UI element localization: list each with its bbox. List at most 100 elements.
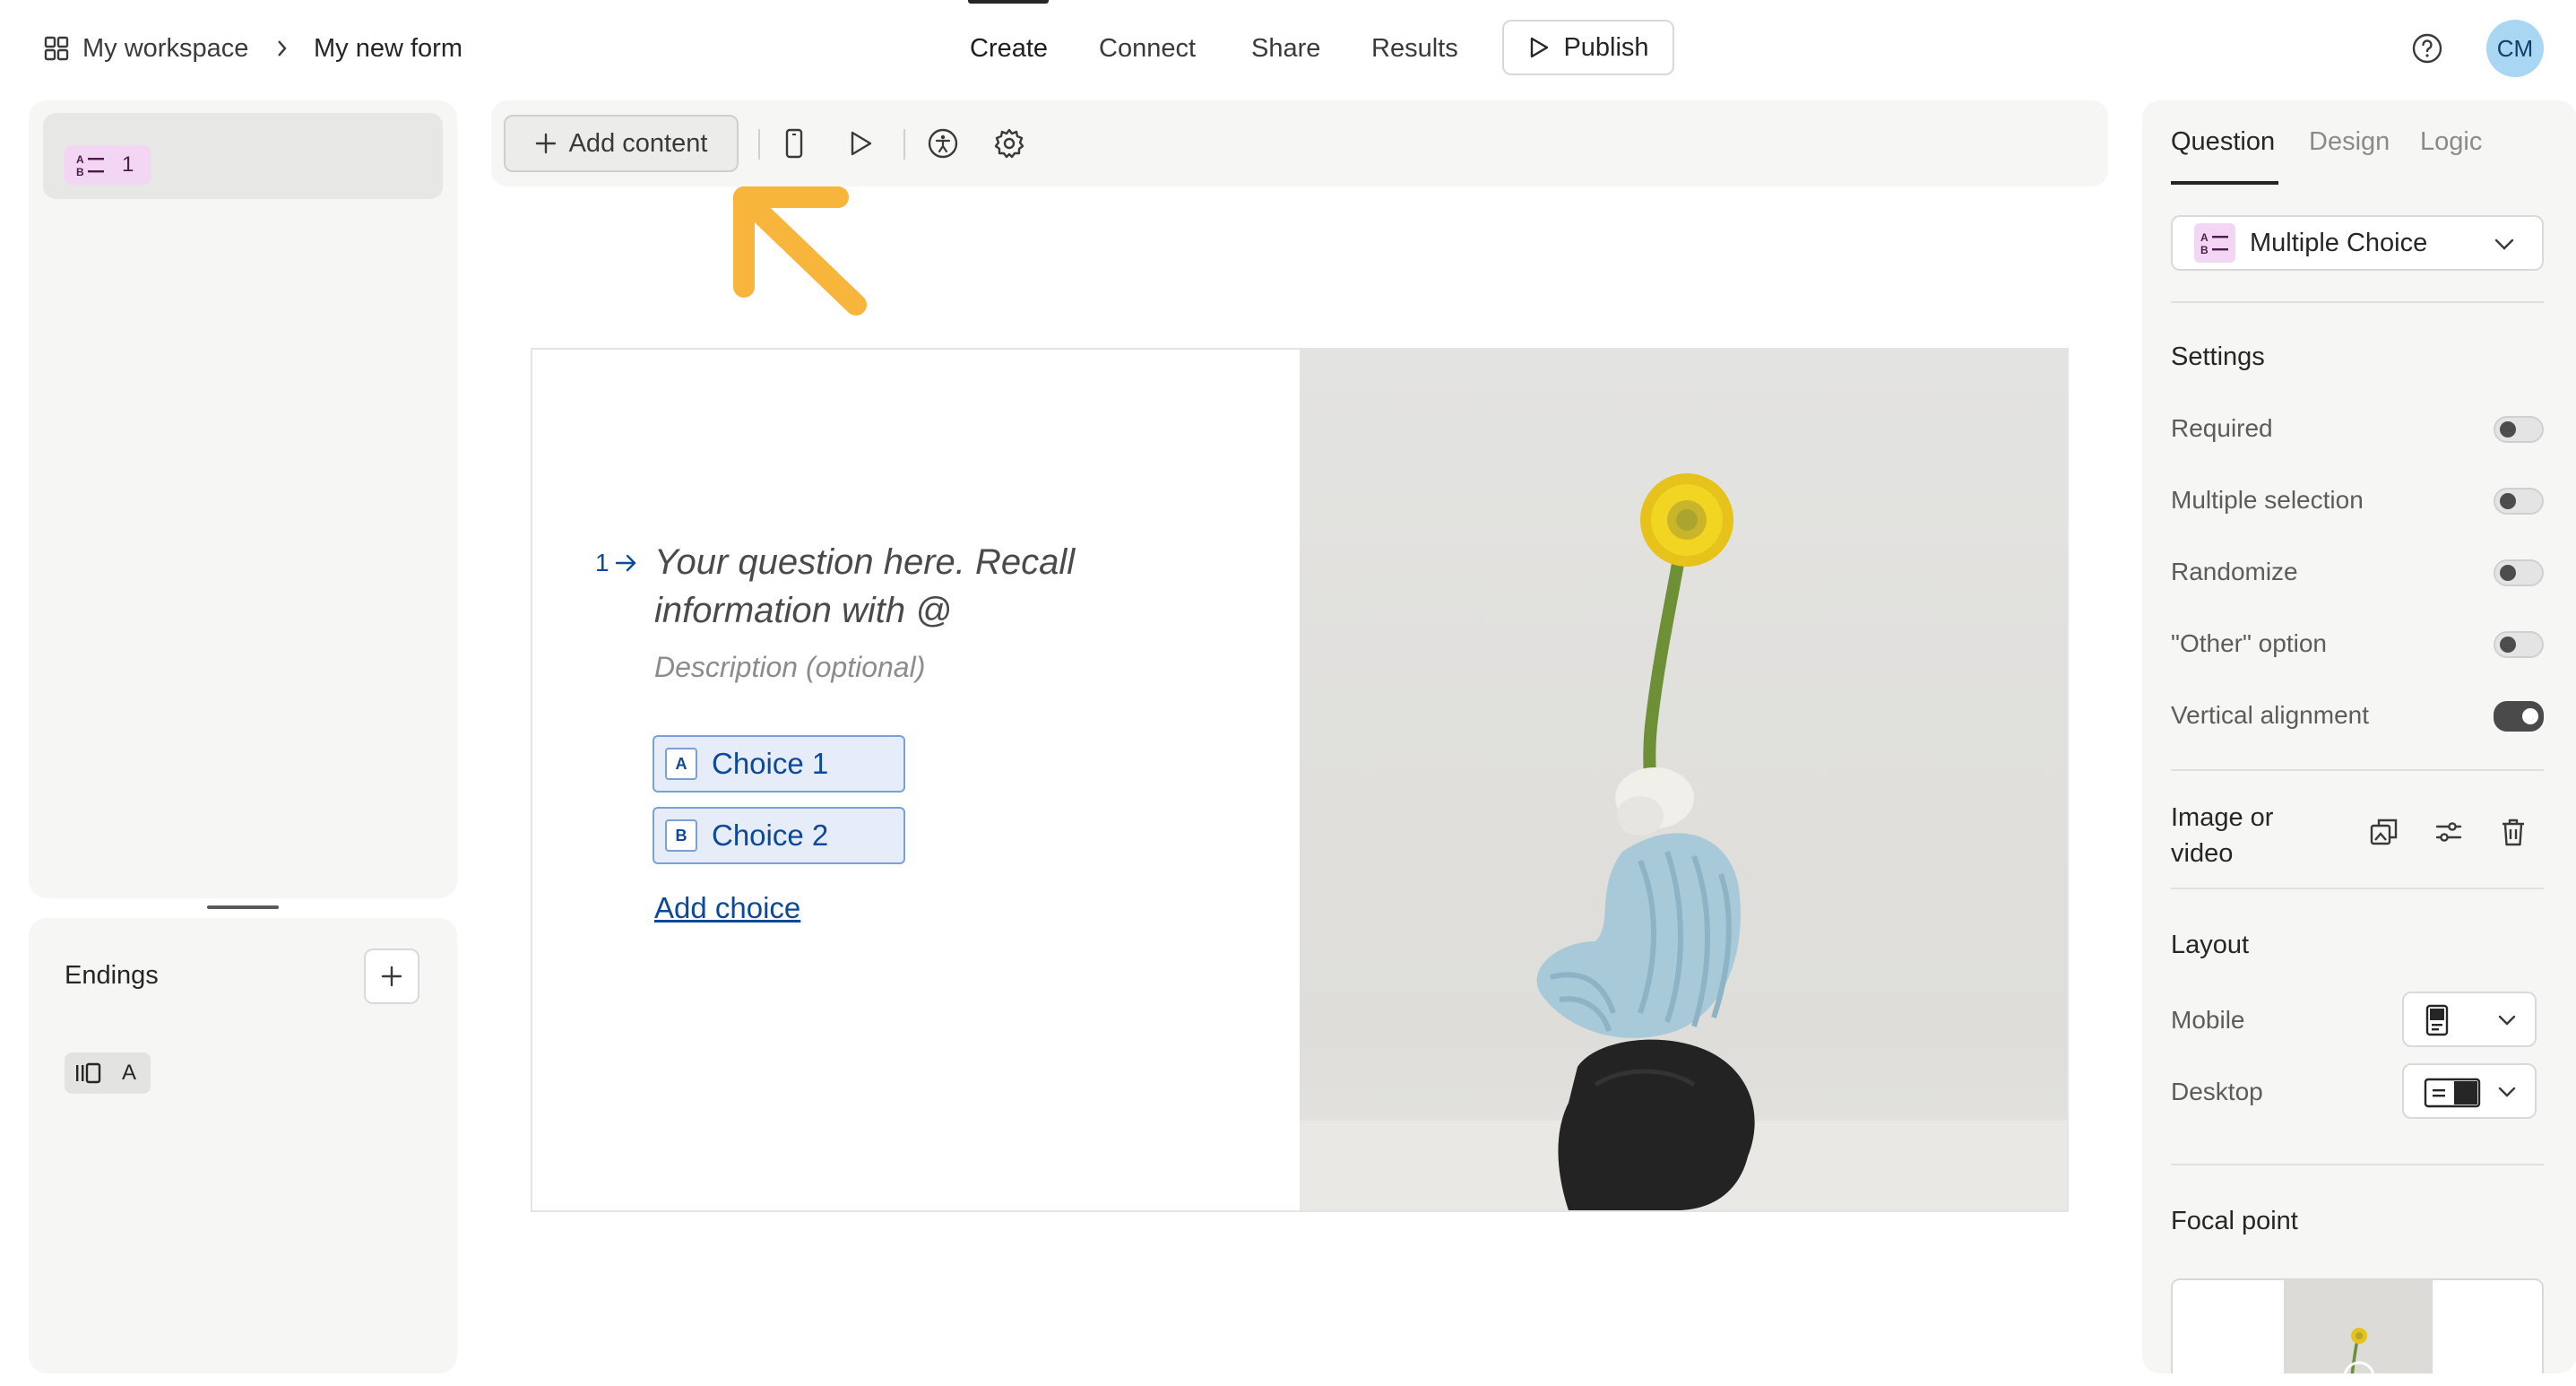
svg-text:B: B	[76, 166, 84, 178]
randomize-toggle[interactable]	[2494, 559, 2544, 586]
question-list-item[interactable]: AB 1	[43, 113, 443, 199]
chevron-down-icon	[2492, 233, 2517, 255]
required-toggle[interactable]	[2494, 416, 2544, 443]
question-image[interactable]	[1300, 350, 2067, 1210]
question-number: 1	[595, 549, 638, 577]
workspace-label[interactable]: My workspace	[82, 34, 248, 64]
editor-toolbar: Add content	[491, 100, 2108, 186]
image-label-line2: video	[2171, 839, 2234, 868]
trash-icon[interactable]	[2495, 814, 2531, 850]
setting-multiple-selection-label: Multiple selection	[2171, 486, 2364, 514]
tab-connect[interactable]: Connect	[1099, 27, 1196, 70]
divider	[2171, 1164, 2544, 1165]
plus-icon	[380, 965, 403, 988]
flower-sculpture-image	[1300, 473, 2067, 1210]
workspace-breadcrumb[interactable]: My workspace	[43, 27, 248, 70]
question-number-text: 1	[595, 549, 609, 576]
svg-text:A: A	[76, 153, 84, 166]
tab-share[interactable]: Share	[1251, 27, 1320, 70]
focal-point-thumbnail	[2173, 1280, 2542, 1373]
layout-mobile-label: Mobile	[2171, 1006, 2245, 1034]
mobile-layout-select[interactable]	[2402, 992, 2537, 1047]
mobile-layout-icon	[2424, 1004, 2451, 1036]
form-name[interactable]: My new form	[314, 27, 462, 70]
toolbar-divider	[903, 129, 905, 160]
question-description-input[interactable]: Description (optional)	[654, 651, 925, 684]
tab-results[interactable]: Results	[1371, 27, 1458, 70]
publish-label: Publish	[1563, 32, 1649, 62]
add-content-label: Add content	[568, 128, 708, 158]
gear-icon[interactable]	[991, 126, 1027, 161]
help-icon[interactable]	[2411, 32, 2443, 65]
accessibility-icon[interactable]	[925, 126, 961, 161]
play-icon[interactable]	[843, 126, 878, 161]
tab-logic[interactable]: Logic	[2420, 127, 2482, 157]
add-choice-link[interactable]: Add choice	[654, 891, 800, 925]
active-tab-underline	[2171, 181, 2278, 185]
question-settings-panel: Question Design Logic AB Multiple Choice…	[2142, 100, 2576, 1373]
chevron-right-icon	[274, 36, 290, 61]
svg-text:B: B	[2200, 244, 2209, 256]
tab-create[interactable]: Create	[970, 27, 1048, 70]
top-bar: My workspace My new form Create Connect …	[0, 0, 2576, 99]
add-ending-button[interactable]	[364, 949, 419, 1004]
desktop-layout-select[interactable]	[2402, 1063, 2537, 1119]
annotation-arrow-icon	[733, 186, 867, 316]
replace-image-icon[interactable]	[2366, 814, 2402, 850]
publish-button[interactable]: Publish	[1502, 20, 1674, 75]
question-type-select[interactable]: AB Multiple Choice	[2171, 215, 2544, 271]
endings-panel: Endings A	[29, 918, 457, 1373]
setting-randomize-label: Randomize	[2171, 558, 2298, 585]
toolbar-divider	[758, 129, 760, 160]
choice-label[interactable]: Choice 2	[712, 819, 828, 853]
choice-option[interactable]: B Choice 2	[653, 807, 905, 864]
play-icon	[1527, 35, 1551, 60]
plus-icon	[535, 133, 557, 154]
divider	[2171, 301, 2544, 303]
ending-letter: A	[122, 1061, 137, 1085]
desktop-layout-icon	[2424, 1078, 2481, 1108]
other-option-toggle[interactable]	[2494, 631, 2544, 658]
grid-icon	[43, 35, 70, 62]
add-content-button[interactable]: Add content	[504, 115, 739, 172]
setting-required-label: Required	[2171, 414, 2273, 442]
divider	[2171, 888, 2544, 889]
choice-key: A	[665, 748, 697, 780]
svg-text:A: A	[2200, 231, 2209, 244]
adjust-sliders-icon[interactable]	[2431, 814, 2467, 850]
vertical-alignment-toggle[interactable]	[2494, 701, 2544, 732]
question-title-input[interactable]: Your question here. Recall information w…	[654, 538, 1156, 635]
choice-key: B	[665, 819, 697, 852]
question-type-label: Multiple Choice	[2250, 228, 2428, 257]
multiple-selection-toggle[interactable]	[2494, 488, 2544, 515]
image-video-heading: Image or video	[2171, 800, 2273, 871]
image-label-line1: Image or	[2171, 803, 2274, 832]
layout-desktop-label: Desktop	[2171, 1078, 2263, 1105]
settings-heading: Settings	[2171, 342, 2265, 371]
choice-label[interactable]: Choice 1	[712, 747, 828, 781]
multiple-choice-icon: AB	[75, 152, 106, 178]
mobile-preview-icon[interactable]	[776, 126, 812, 161]
endings-heading: Endings	[65, 961, 159, 990]
focal-point-picker[interactable]	[2171, 1278, 2544, 1373]
divider	[2171, 769, 2544, 771]
tab-design[interactable]: Design	[2309, 127, 2390, 157]
setting-vertical-alignment-label: Vertical alignment	[2171, 701, 2370, 729]
ending-screen-icon	[73, 1061, 104, 1086]
setting-other-option-label: "Other" option	[2171, 629, 2327, 657]
question-type-badge: AB 1	[65, 145, 151, 185]
choice-option[interactable]: A Choice 1	[653, 735, 905, 793]
tab-question[interactable]: Question	[2171, 127, 2275, 157]
focal-point-heading: Focal point	[2171, 1207, 2298, 1235]
arrow-right-icon	[615, 553, 638, 573]
ending-item[interactable]: A	[65, 1052, 151, 1094]
panel-resize-handle[interactable]	[207, 905, 279, 909]
active-tab-indicator	[968, 0, 1049, 4]
question-list-panel: AB 1	[29, 100, 457, 898]
multiple-choice-icon: AB	[2194, 223, 2235, 263]
chevron-down-icon	[2495, 1081, 2519, 1103]
layout-heading: Layout	[2171, 931, 2250, 959]
avatar[interactable]: CM	[2486, 20, 2544, 77]
form-canvas: 1 Your question here. Recall information…	[531, 348, 2069, 1212]
question-number-label: 1	[122, 152, 134, 177]
